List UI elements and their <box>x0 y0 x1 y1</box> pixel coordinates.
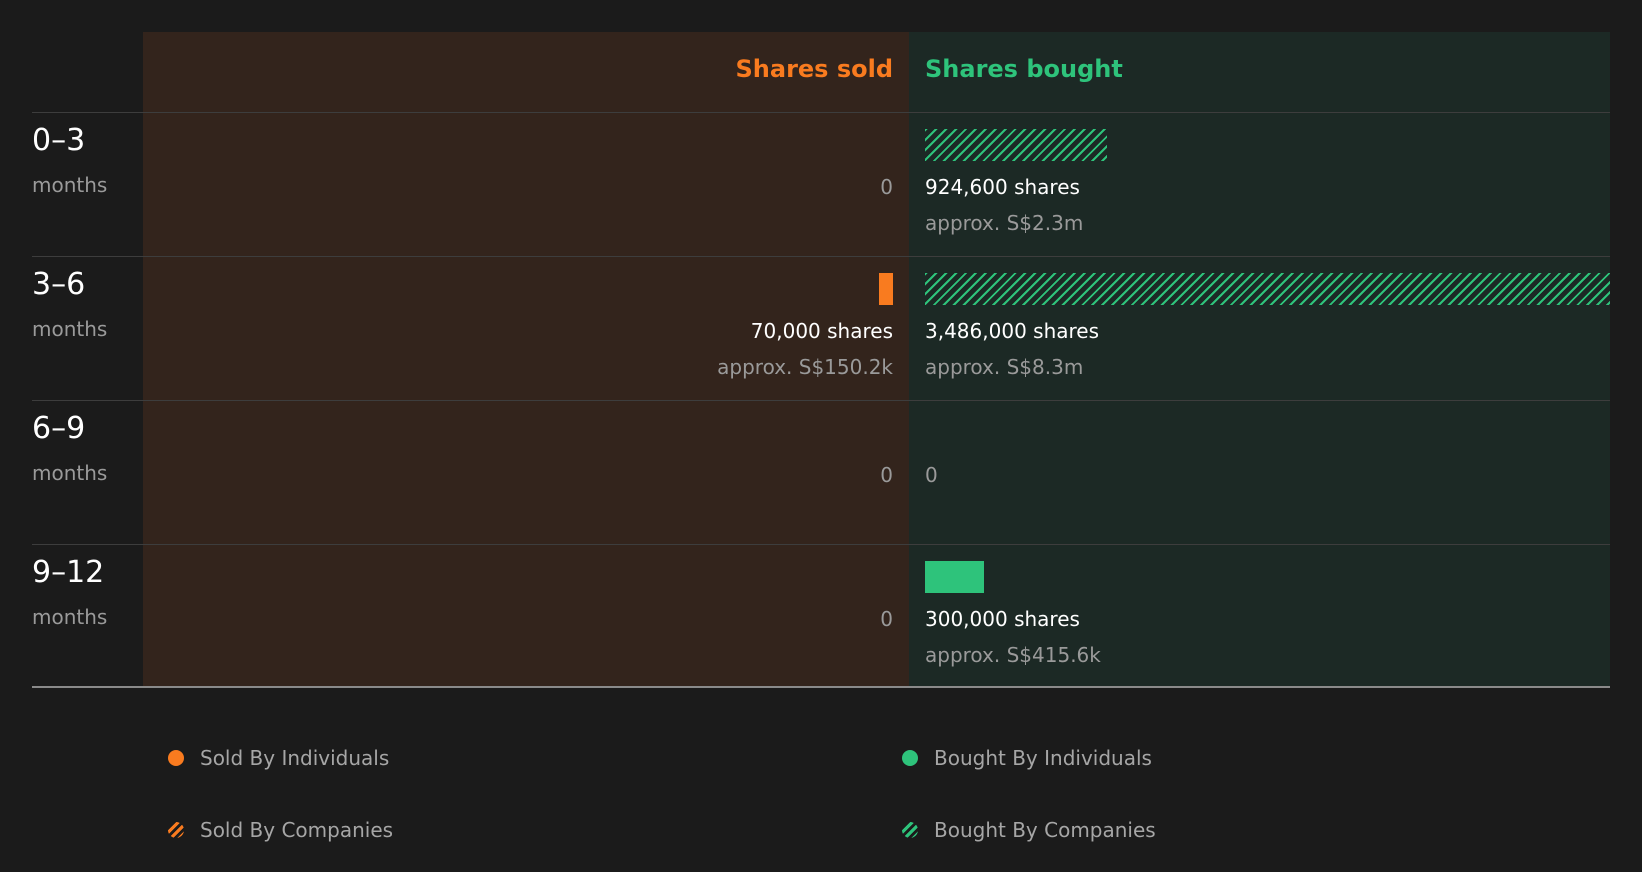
sold-approx-value: approx. S$150.2k <box>717 355 893 379</box>
solid-green-dot-icon <box>902 750 918 766</box>
legend-label: Sold By Individuals <box>200 746 390 770</box>
bought-approx-value: approx. S$8.3m <box>925 355 1084 379</box>
legend-label: Bought By Individuals <box>934 746 1152 770</box>
hatched-orange-dot-icon <box>168 822 184 838</box>
row-range: 9–12 <box>32 555 105 590</box>
row-unit: months <box>32 317 108 341</box>
bought-approx-value: approx. S$2.3m <box>925 211 1084 235</box>
row-3-6-months: 3–6 months 70,000 shares approx. S$150.2… <box>0 257 1642 401</box>
chart-baseline <box>32 686 1610 688</box>
row-unit: months <box>32 173 108 197</box>
bought-bar <box>925 273 1610 305</box>
legend-label: Bought By Companies <box>934 818 1156 842</box>
bought-approx-value: approx. S$415.6k <box>925 643 1101 667</box>
bought-shares-label: 3,486,000 shares <box>925 319 1100 343</box>
bought-zero-value: 0 <box>925 463 938 487</box>
row-0-3-months: 0–3 months 0 924,600 shares approx. S$2.… <box>0 113 1642 257</box>
row-range: 6–9 <box>32 411 86 446</box>
solid-orange-dot-icon <box>168 750 184 766</box>
row-6-9-months: 6–9 months 0 0 <box>0 401 1642 545</box>
sold-shares-label: 70,000 shares <box>750 319 893 343</box>
row-range: 0–3 <box>32 123 86 158</box>
sold-zero-value: 0 <box>880 607 893 631</box>
sold-bar <box>879 273 893 305</box>
bought-shares-label: 924,600 shares <box>925 175 1080 199</box>
bought-bar <box>925 561 984 593</box>
row-9-12-months: 9–12 months 0 300,000 shares approx. S$4… <box>0 545 1642 689</box>
bought-bar <box>925 129 1107 161</box>
legend-label: Sold By Companies <box>200 818 394 842</box>
sold-zero-value: 0 <box>880 175 893 199</box>
row-unit: months <box>32 461 108 485</box>
row-range: 3–6 <box>32 267 86 302</box>
row-unit: months <box>32 605 108 629</box>
sold-zero-value: 0 <box>880 463 893 487</box>
shares-sold-header: Shares sold <box>735 55 894 83</box>
hatched-green-dot-icon <box>902 822 918 838</box>
bought-shares-label: 300,000 shares <box>925 607 1080 631</box>
shares-bought-header: Shares bought <box>925 55 1123 83</box>
